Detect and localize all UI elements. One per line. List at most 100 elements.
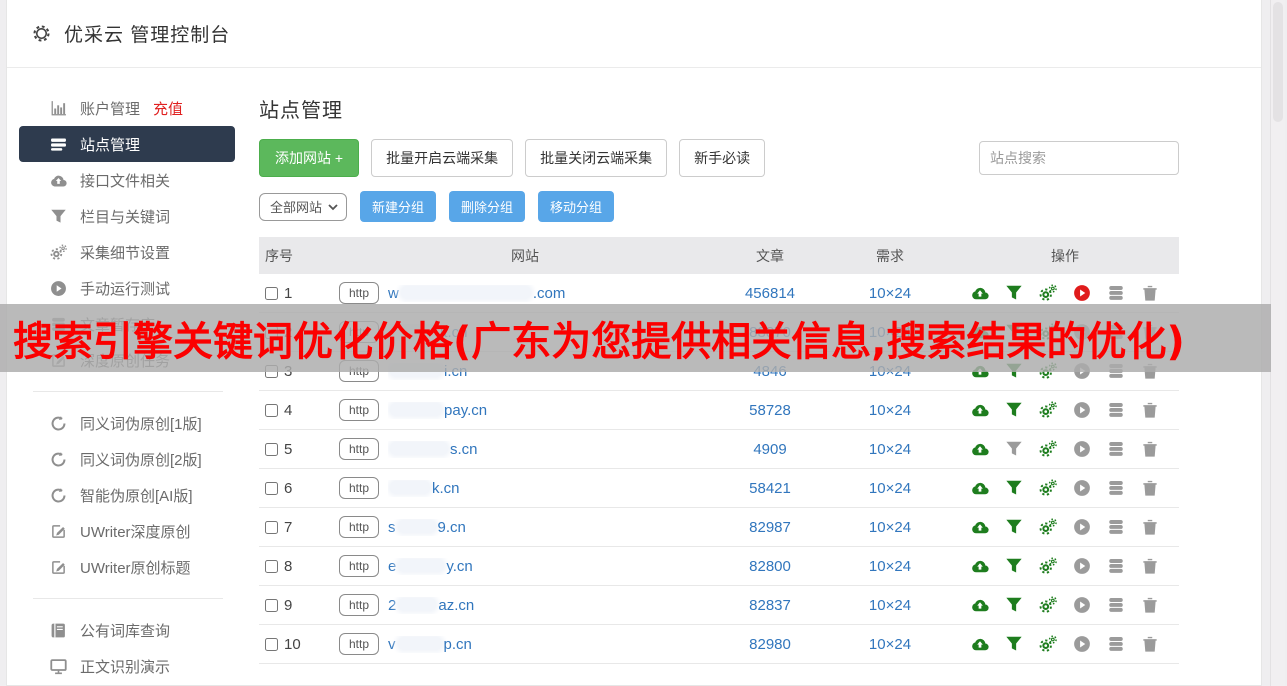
articles-count[interactable]: 456814 xyxy=(711,285,829,302)
play-icon[interactable] xyxy=(1073,596,1091,614)
sidebar-item-1[interactable]: 站点管理 xyxy=(19,126,235,162)
site-domain-link[interactable]: v p.cn xyxy=(388,636,472,653)
sidebar-item-2[interactable]: 接口文件相关 xyxy=(19,162,235,198)
funnel-icon[interactable] xyxy=(1005,596,1023,614)
http-button[interactable]: http xyxy=(339,282,380,304)
trash-icon[interactable] xyxy=(1141,635,1159,653)
site-domain-link[interactable]: pay.cn xyxy=(388,402,487,419)
row-checkbox[interactable] xyxy=(265,403,278,417)
cloud-upload-icon[interactable] xyxy=(971,479,989,497)
site-search-input[interactable] xyxy=(979,141,1179,175)
trash-icon[interactable] xyxy=(1141,440,1159,458)
sidebar-item-5[interactable]: 手动运行测试 xyxy=(19,270,235,306)
gears-icon[interactable] xyxy=(1039,518,1057,536)
cloud-upload-icon[interactable] xyxy=(971,635,989,653)
funnel-icon[interactable] xyxy=(1005,518,1023,536)
trash-icon[interactable] xyxy=(1141,557,1159,575)
articles-count[interactable]: 82800 xyxy=(711,558,829,575)
row-checkbox[interactable] xyxy=(265,559,278,573)
gears-icon[interactable] xyxy=(1039,557,1057,575)
sidebar-item-suffix[interactable]: 充值 xyxy=(153,98,183,119)
trash-icon[interactable] xyxy=(1141,284,1159,302)
funnel-icon[interactable] xyxy=(1005,401,1023,419)
cloud-upload-icon[interactable] xyxy=(971,557,989,575)
database-icon[interactable] xyxy=(1107,479,1125,497)
funnel-icon[interactable] xyxy=(1005,635,1023,653)
beginner-guide-button[interactable]: 新手必读 xyxy=(679,139,766,177)
gears-icon[interactable] xyxy=(1039,596,1057,614)
play-icon[interactable] xyxy=(1073,284,1091,302)
row-checkbox[interactable] xyxy=(265,286,278,300)
site-domain-link[interactable]: s 9.cn xyxy=(388,519,466,536)
play-icon[interactable] xyxy=(1073,557,1091,575)
batch-close-button[interactable]: 批量关闭云端采集 xyxy=(525,139,668,177)
play-icon[interactable] xyxy=(1073,440,1091,458)
funnel-icon[interactable] xyxy=(1005,440,1023,458)
articles-count[interactable]: 82980 xyxy=(711,636,829,653)
database-icon[interactable] xyxy=(1107,518,1125,536)
gears-icon[interactable] xyxy=(1039,440,1057,458)
sidebar-item-9[interactable]: 同义词伪原创[2版] xyxy=(19,441,235,477)
http-button[interactable]: http xyxy=(339,399,380,421)
play-icon[interactable] xyxy=(1073,635,1091,653)
sidebar-item-3[interactable]: 栏目与关键词 xyxy=(19,198,235,234)
trash-icon[interactable] xyxy=(1141,596,1159,614)
delete-group-button[interactable]: 删除分组 xyxy=(449,191,526,222)
move-group-button[interactable]: 移动分组 xyxy=(538,191,615,222)
batch-open-button[interactable]: 批量开启云端采集 xyxy=(371,139,514,177)
trash-icon[interactable] xyxy=(1141,401,1159,419)
gears-icon[interactable] xyxy=(1039,635,1057,653)
row-checkbox[interactable] xyxy=(265,520,278,534)
articles-count[interactable]: 82987 xyxy=(711,519,829,536)
articles-count[interactable]: 58728 xyxy=(711,402,829,419)
articles-count[interactable]: 82837 xyxy=(711,597,829,614)
cloud-upload-icon[interactable] xyxy=(971,440,989,458)
articles-count[interactable]: 58421 xyxy=(711,480,829,497)
http-button[interactable]: http xyxy=(339,477,380,499)
http-button[interactable]: http xyxy=(339,555,380,577)
gears-icon[interactable] xyxy=(1039,479,1057,497)
site-domain-link[interactable]: 2 az.cn xyxy=(388,597,474,614)
sidebar-item-11[interactable]: UWriter深度原创 xyxy=(19,513,235,549)
sidebar-item-8[interactable]: 同义词伪原创[1版] xyxy=(19,405,235,441)
row-checkbox[interactable] xyxy=(265,442,278,456)
database-icon[interactable] xyxy=(1107,557,1125,575)
sidebar-item-13[interactable]: 公有词库查询 xyxy=(19,612,235,648)
play-icon[interactable] xyxy=(1073,518,1091,536)
group-select[interactable]: 全部网站 xyxy=(259,192,347,221)
articles-count[interactable]: 4909 xyxy=(711,441,829,458)
funnel-icon[interactable] xyxy=(1005,284,1023,302)
database-icon[interactable] xyxy=(1107,596,1125,614)
row-checkbox[interactable] xyxy=(265,637,278,651)
http-button[interactable]: http xyxy=(339,633,380,655)
http-button[interactable]: http xyxy=(339,438,380,460)
trash-icon[interactable] xyxy=(1141,479,1159,497)
scrollbar-thumb[interactable] xyxy=(1273,2,1283,122)
site-domain-link[interactable]: k.cn xyxy=(388,480,460,497)
site-domain-link[interactable]: w .com xyxy=(388,285,565,302)
play-icon[interactable] xyxy=(1073,401,1091,419)
row-checkbox[interactable] xyxy=(265,481,278,495)
database-icon[interactable] xyxy=(1107,440,1125,458)
sidebar-item-10[interactable]: 智能伪原创[AI版] xyxy=(19,477,235,513)
scrollbar[interactable] xyxy=(1270,0,1285,686)
http-button[interactable]: http xyxy=(339,516,380,538)
http-button[interactable]: http xyxy=(339,594,380,616)
cloud-upload-icon[interactable] xyxy=(971,284,989,302)
database-icon[interactable] xyxy=(1107,284,1125,302)
sidebar-item-12[interactable]: UWriter原创标题 xyxy=(19,549,235,585)
cloud-upload-icon[interactable] xyxy=(971,596,989,614)
sidebar-item-14[interactable]: 正文识别演示 xyxy=(19,648,235,684)
gears-icon[interactable] xyxy=(1039,284,1057,302)
gears-icon[interactable] xyxy=(1039,401,1057,419)
funnel-icon[interactable] xyxy=(1005,479,1023,497)
row-checkbox[interactable] xyxy=(265,598,278,612)
database-icon[interactable] xyxy=(1107,401,1125,419)
site-domain-link[interactable]: s.cn xyxy=(388,441,478,458)
trash-icon[interactable] xyxy=(1141,518,1159,536)
funnel-icon[interactable] xyxy=(1005,557,1023,575)
sidebar-item-4[interactable]: 采集细节设置 xyxy=(19,234,235,270)
play-icon[interactable] xyxy=(1073,479,1091,497)
cloud-upload-icon[interactable] xyxy=(971,401,989,419)
new-group-button[interactable]: 新建分组 xyxy=(360,191,437,222)
